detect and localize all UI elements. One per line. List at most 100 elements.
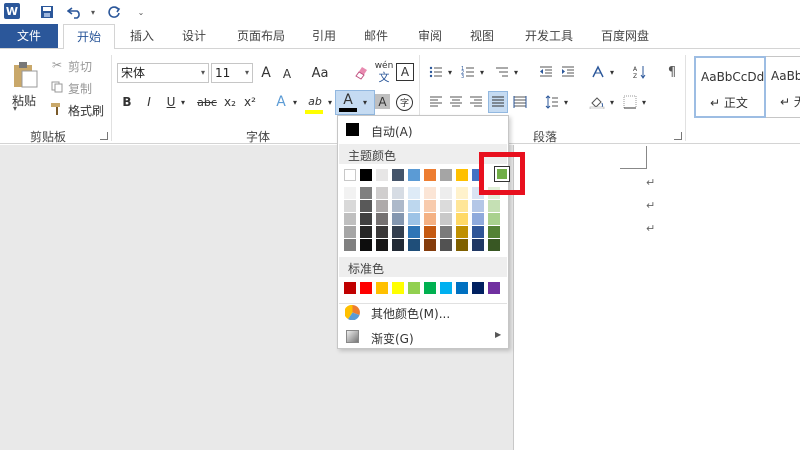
theme-shade-swatch[interactable] <box>408 213 420 225</box>
theme-shade-swatch[interactable] <box>376 213 388 225</box>
standard-color-swatch[interactable] <box>440 282 452 294</box>
standard-color-swatch[interactable] <box>376 282 388 294</box>
align-right-icon[interactable] <box>468 93 484 111</box>
borders-icon[interactable] <box>622 93 638 111</box>
font-size-dropdown[interactable]: 11 ▾ <box>211 63 253 83</box>
tab-references[interactable]: 引用 <box>304 24 344 48</box>
distributed-icon[interactable] <box>512 93 528 111</box>
more-colors-item[interactable]: 其他颜色(M)... <box>339 301 507 323</box>
line-spacing-icon[interactable] <box>544 93 560 111</box>
theme-color-swatch[interactable] <box>376 169 388 181</box>
theme-shade-swatch[interactable] <box>360 213 372 225</box>
decrease-indent-icon[interactable] <box>538 63 554 81</box>
theme-shade-swatch[interactable] <box>488 239 500 251</box>
theme-color-swatch-selected[interactable] <box>497 169 507 179</box>
document-page[interactable] <box>513 145 800 450</box>
cut-button[interactable]: 剪切 <box>68 58 92 75</box>
tab-developer[interactable]: 开发工具 <box>516 24 582 48</box>
char-shading-button[interactable]: A <box>375 94 390 109</box>
tab-review[interactable]: 审阅 <box>410 24 450 48</box>
theme-shade-swatch[interactable] <box>456 187 468 199</box>
undo-icon[interactable] <box>66 3 84 21</box>
bullets-icon[interactable] <box>428 63 444 81</box>
align-left-icon[interactable] <box>428 93 444 111</box>
theme-color-swatch[interactable] <box>408 169 420 181</box>
chinese-layout-dropdown-icon[interactable]: ▾ <box>608 63 616 81</box>
theme-shade-swatch[interactable] <box>344 226 356 238</box>
theme-color-swatch[interactable] <box>344 169 356 181</box>
theme-shade-swatch[interactable] <box>376 200 388 212</box>
theme-shade-swatch[interactable] <box>344 239 356 251</box>
theme-shade-swatch[interactable] <box>392 200 404 212</box>
style-normal[interactable]: AaBbCcDd ↵ 正文 <box>694 56 766 118</box>
standard-color-swatch[interactable] <box>392 282 404 294</box>
strikethrough-button[interactable]: abc <box>196 93 218 111</box>
tab-insert[interactable]: 插入 <box>122 24 162 48</box>
theme-color-swatch[interactable] <box>424 169 436 181</box>
theme-shade-swatch[interactable] <box>360 226 372 238</box>
underline-button[interactable]: U <box>164 93 178 111</box>
tab-home[interactable]: 开始 <box>63 24 115 49</box>
save-icon[interactable] <box>38 3 56 21</box>
underline-dropdown-icon[interactable]: ▾ <box>178 93 188 111</box>
italic-button[interactable]: I <box>142 93 156 111</box>
justify-icon[interactable] <box>488 91 508 113</box>
theme-shade-swatch[interactable] <box>344 200 356 212</box>
theme-shade-swatch[interactable] <box>408 239 420 251</box>
theme-shade-swatch[interactable] <box>440 213 452 225</box>
change-case-button[interactable]: Aa <box>308 64 332 82</box>
paste-icon[interactable] <box>8 58 42 90</box>
line-spacing-dropdown-icon[interactable]: ▾ <box>562 93 570 111</box>
theme-shade-swatch[interactable] <box>392 226 404 238</box>
multilevel-list-icon[interactable] <box>494 63 510 81</box>
show-marks-icon[interactable]: ¶ <box>664 63 680 81</box>
shrink-font-button[interactable]: A <box>280 66 294 82</box>
undo-dropdown-icon[interactable]: ▾ <box>84 3 102 21</box>
chinese-layout-icon[interactable] <box>590 63 608 81</box>
cut-icon[interactable]: ✂ <box>50 58 64 72</box>
standard-color-swatch[interactable] <box>360 282 372 294</box>
highlight-button[interactable]: ab <box>305 92 325 110</box>
standard-color-swatch[interactable] <box>488 282 500 294</box>
theme-shade-swatch[interactable] <box>440 187 452 199</box>
clipboard-launcher-icon[interactable] <box>100 132 108 140</box>
font-color-dropdown-icon[interactable]: ▾ <box>360 93 370 111</box>
tab-file[interactable]: 文件 <box>0 24 58 48</box>
theme-shade-swatch[interactable] <box>472 239 484 251</box>
theme-shade-swatch[interactable] <box>440 239 452 251</box>
theme-shade-swatch[interactable] <box>472 226 484 238</box>
standard-color-swatch[interactable] <box>456 282 468 294</box>
theme-shade-swatch[interactable] <box>408 200 420 212</box>
theme-shade-swatch[interactable] <box>360 187 372 199</box>
theme-shade-swatch[interactable] <box>440 226 452 238</box>
theme-shade-swatch[interactable] <box>376 239 388 251</box>
theme-shade-swatch[interactable] <box>456 213 468 225</box>
paragraph-launcher-icon[interactable] <box>674 132 682 140</box>
theme-shade-swatch[interactable] <box>424 200 436 212</box>
paste-dropdown-icon[interactable]: ▾ <box>13 104 17 113</box>
copy-button[interactable]: 复制 <box>68 80 92 97</box>
theme-shade-swatch[interactable] <box>392 187 404 199</box>
theme-shade-swatch[interactable] <box>456 226 468 238</box>
tab-design[interactable]: 设计 <box>174 24 214 48</box>
theme-shade-swatch[interactable] <box>344 213 356 225</box>
redo-icon[interactable] <box>106 3 124 21</box>
format-painter-button[interactable]: 格式刷 <box>68 102 104 119</box>
align-center-icon[interactable] <box>448 93 464 111</box>
bullets-dropdown-icon[interactable]: ▾ <box>446 63 454 81</box>
enclose-char-button[interactable]: 字 <box>396 94 413 111</box>
theme-color-swatch[interactable] <box>440 169 452 181</box>
theme-shade-swatch[interactable] <box>472 200 484 212</box>
standard-color-swatch[interactable] <box>344 282 356 294</box>
theme-shade-swatch[interactable] <box>488 213 500 225</box>
auto-color-item[interactable]: 自动(A) <box>339 119 507 141</box>
theme-shade-swatch[interactable] <box>424 239 436 251</box>
shading-icon[interactable] <box>588 93 606 111</box>
theme-shade-swatch[interactable] <box>488 226 500 238</box>
theme-color-swatch[interactable] <box>392 169 404 181</box>
theme-shade-swatch[interactable] <box>392 213 404 225</box>
theme-shade-swatch[interactable] <box>408 187 420 199</box>
theme-shade-swatch[interactable] <box>472 213 484 225</box>
numbering-icon[interactable]: 123 <box>460 63 476 81</box>
borders-dropdown-icon[interactable]: ▾ <box>640 93 648 111</box>
